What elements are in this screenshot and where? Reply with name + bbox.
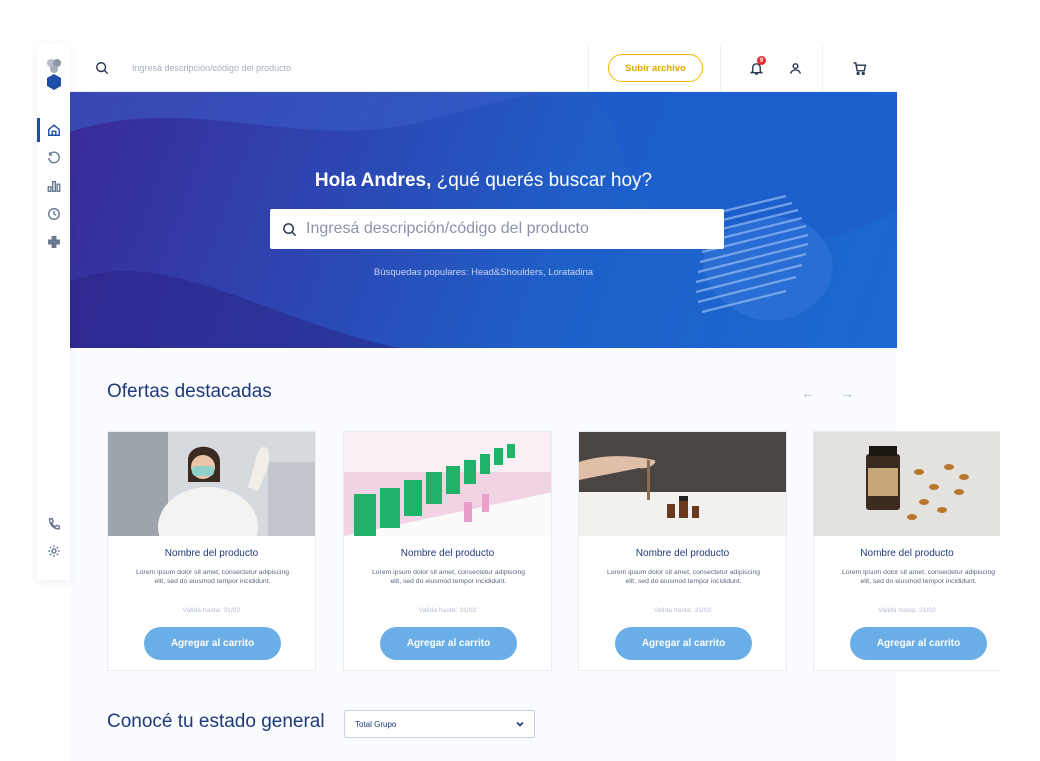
divider [720, 44, 721, 92]
settings-icon [47, 545, 60, 557]
sidebar-item-phone[interactable] [37, 511, 70, 537]
main-panel: Subir archivo 9 [70, 44, 1000, 761]
sidebar-item-stats[interactable] [37, 173, 70, 199]
product-image [344, 432, 551, 536]
hero-banner: Hola Andres, ¿qué querés buscar hoy? Bús… [70, 92, 897, 348]
plus-cross-icon [47, 236, 60, 248]
product-description: Lorem ipsum dolor sit amet, consectetur … [372, 569, 525, 585]
product-name: Nombre del producto [400, 548, 495, 559]
sidebar-item-clock[interactable] [37, 201, 70, 227]
product-valid-until: Valida hasta: 31/02 [182, 607, 241, 614]
divider [822, 44, 823, 92]
product-card[interactable]: Nombre del producto Lorem ipsum dolor si… [813, 431, 1000, 671]
product-valid-until: Valida hasta: 31/02 [418, 607, 477, 614]
profile-button[interactable] [785, 58, 805, 78]
hero-search-input[interactable] [306, 218, 706, 240]
product-description: Lorem ipsum dolor sit amet, consectetur … [842, 569, 995, 585]
prev-arrow-button[interactable]: ← [800, 385, 816, 401]
notifications-button[interactable]: 9 [746, 56, 766, 78]
history-icon [47, 151, 60, 164]
upload-file-button[interactable]: Subir archivo [608, 54, 703, 82]
top-bar: Subir archivo 9 [70, 44, 897, 92]
user-icon [789, 62, 801, 74]
product-card[interactable]: Nombre del producto Lorem ipsum dolor si… [578, 431, 787, 671]
product-card[interactable]: Nombre del producto Lorem ipsum dolor si… [343, 431, 552, 671]
cart-button[interactable] [849, 58, 869, 78]
sidebar-item-settings[interactable] [37, 538, 70, 564]
cart-icon [852, 61, 866, 75]
group-select-value: Total Grupo [355, 719, 397, 729]
product-image [108, 432, 315, 536]
product-description: Lorem ipsum dolor sit amet, consectetur … [136, 569, 289, 585]
hero-greeting-question: ¿qué querés buscar hoy? [431, 170, 653, 191]
phone-icon [48, 518, 60, 530]
product-image [814, 432, 1000, 536]
search-icon [96, 62, 109, 75]
clock-icon [47, 208, 60, 220]
search-icon [283, 223, 297, 237]
add-to-cart-button[interactable]: Agregar al carrito [380, 627, 517, 660]
hero-greeting-name: Hola Andres, [314, 170, 432, 191]
product-name: Nombre del producto [635, 548, 730, 559]
product-name: Nombre del producto [164, 548, 259, 559]
product-name: Nombre del producto [860, 548, 954, 559]
stats-icon [47, 180, 60, 192]
sidebar-item-pharmacy[interactable] [37, 229, 70, 255]
offers-title: Ofertas destacadas [107, 381, 272, 402]
add-to-cart-button[interactable]: Agregar al carrito [850, 627, 987, 660]
notification-badge: 9 [757, 56, 766, 65]
product-valid-until: Valida hasta: 31/02 [653, 607, 712, 614]
sidebar [37, 44, 70, 580]
home-icon [47, 124, 60, 136]
chevron-down-icon [515, 719, 525, 729]
hero-search-box[interactable] [270, 209, 724, 249]
product-valid-until: Valida hasta: 31/02 [878, 607, 936, 614]
product-image [579, 432, 786, 536]
sidebar-item-home[interactable] [37, 117, 70, 143]
next-arrow-button[interactable]: → [839, 385, 855, 401]
add-to-cart-button[interactable]: Agregar al carrito [144, 627, 281, 660]
sidebar-item-history[interactable] [37, 145, 70, 171]
top-search-input[interactable] [132, 60, 512, 76]
divider [588, 44, 589, 92]
group-select[interactable]: Total Grupo [344, 710, 535, 738]
status-title: Conocé tu estado general [107, 711, 325, 732]
product-card[interactable]: Nombre del producto Lorem ipsum dolor si… [107, 431, 316, 671]
popular-searches: Búsquedas populares: Head&Shoulders, Lor… [373, 267, 594, 278]
product-description: Lorem ipsum dolor sit amet, consectetur … [607, 569, 760, 585]
hero-greeting: Hola Andres, ¿qué querés buscar hoy? [70, 170, 897, 192]
add-to-cart-button[interactable]: Agregar al carrito [615, 627, 752, 660]
logo-icon[interactable] [45, 56, 63, 92]
